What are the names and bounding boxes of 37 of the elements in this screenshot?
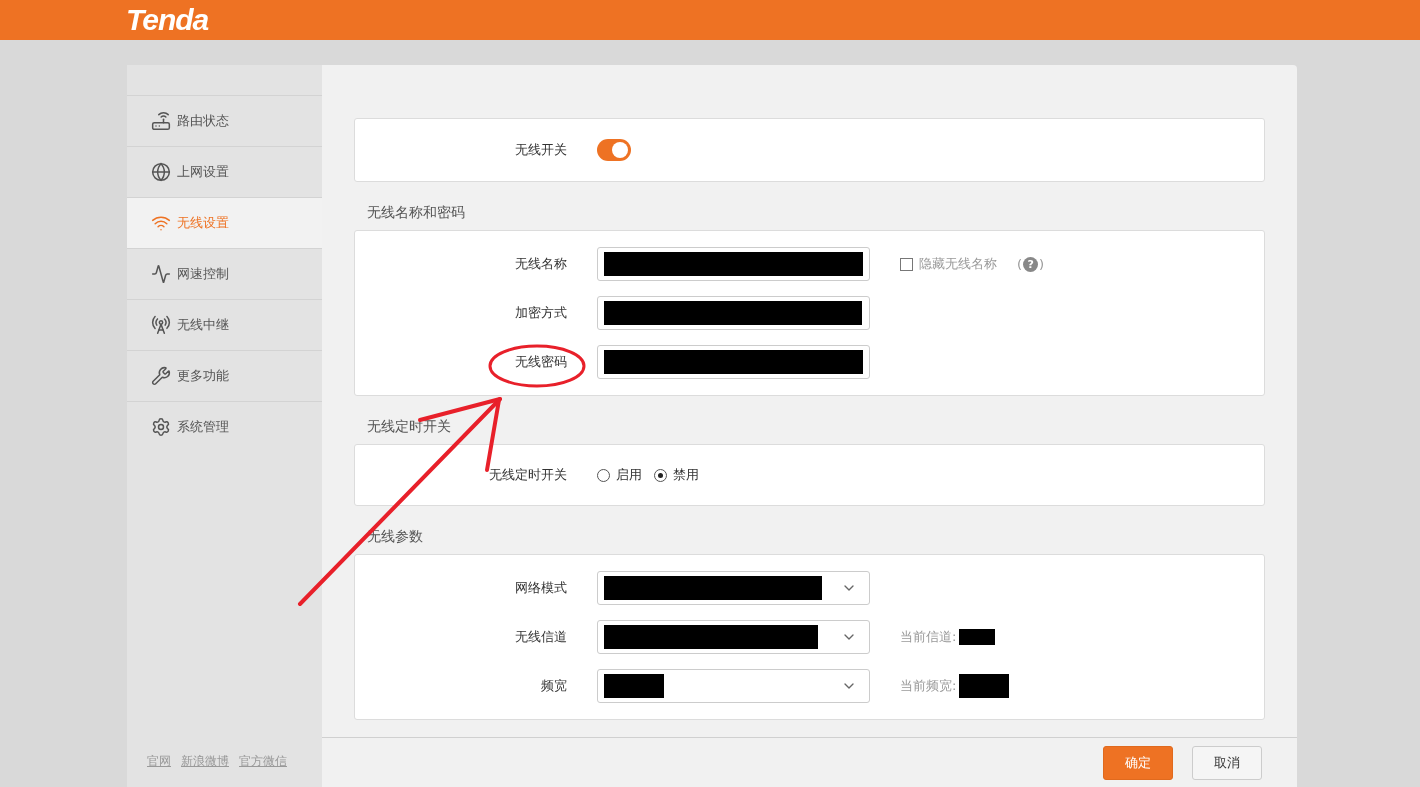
select-field[interactable]	[597, 620, 870, 654]
menu-icon	[151, 315, 171, 335]
paren-text: )	[1039, 256, 1045, 272]
field-label: 无线开关	[514, 141, 567, 159]
radio-label: 禁用	[673, 466, 699, 484]
select-field[interactable]	[597, 571, 870, 605]
input-field[interactable]	[597, 345, 870, 379]
status-label: 当前频宽:	[900, 677, 957, 695]
menu-icon	[151, 213, 171, 233]
redaction-bar	[959, 674, 1010, 698]
menu-icon	[151, 162, 171, 182]
input-field[interactable]	[597, 247, 870, 281]
field-label: 无线定时开关	[488, 466, 567, 484]
select-field[interactable]	[597, 669, 870, 703]
field-label: 无线名称	[514, 255, 567, 273]
menu-icon	[151, 366, 171, 386]
field-label: 无线信道	[514, 628, 567, 646]
checkbox[interactable]	[900, 257, 913, 271]
field-label: 无线密码	[514, 353, 567, 371]
section-title: 无线定时开关	[366, 417, 452, 436]
input-field[interactable]	[597, 296, 870, 330]
cancel-button[interactable]: 取消	[1192, 745, 1262, 780]
toggle-switch[interactable]	[597, 139, 631, 161]
section-title: 无线名称和密码	[366, 203, 466, 222]
field-label: 网络模式	[514, 579, 567, 597]
menu-icon	[151, 264, 171, 284]
logo: Tenda	[126, 3, 209, 37]
paren-text: (	[1017, 256, 1023, 272]
status-label: 当前信道:	[900, 628, 957, 646]
help-icon[interactable]: ?	[1023, 256, 1039, 272]
field-label: 频宽	[540, 677, 567, 695]
radio-label: 启用	[616, 466, 642, 484]
checkbox-label: 隐藏无线名称	[919, 255, 997, 273]
menu-icon	[151, 417, 171, 437]
redaction-bar	[959, 629, 996, 645]
field-label: 加密方式	[514, 304, 567, 322]
menu-icon	[151, 111, 171, 131]
